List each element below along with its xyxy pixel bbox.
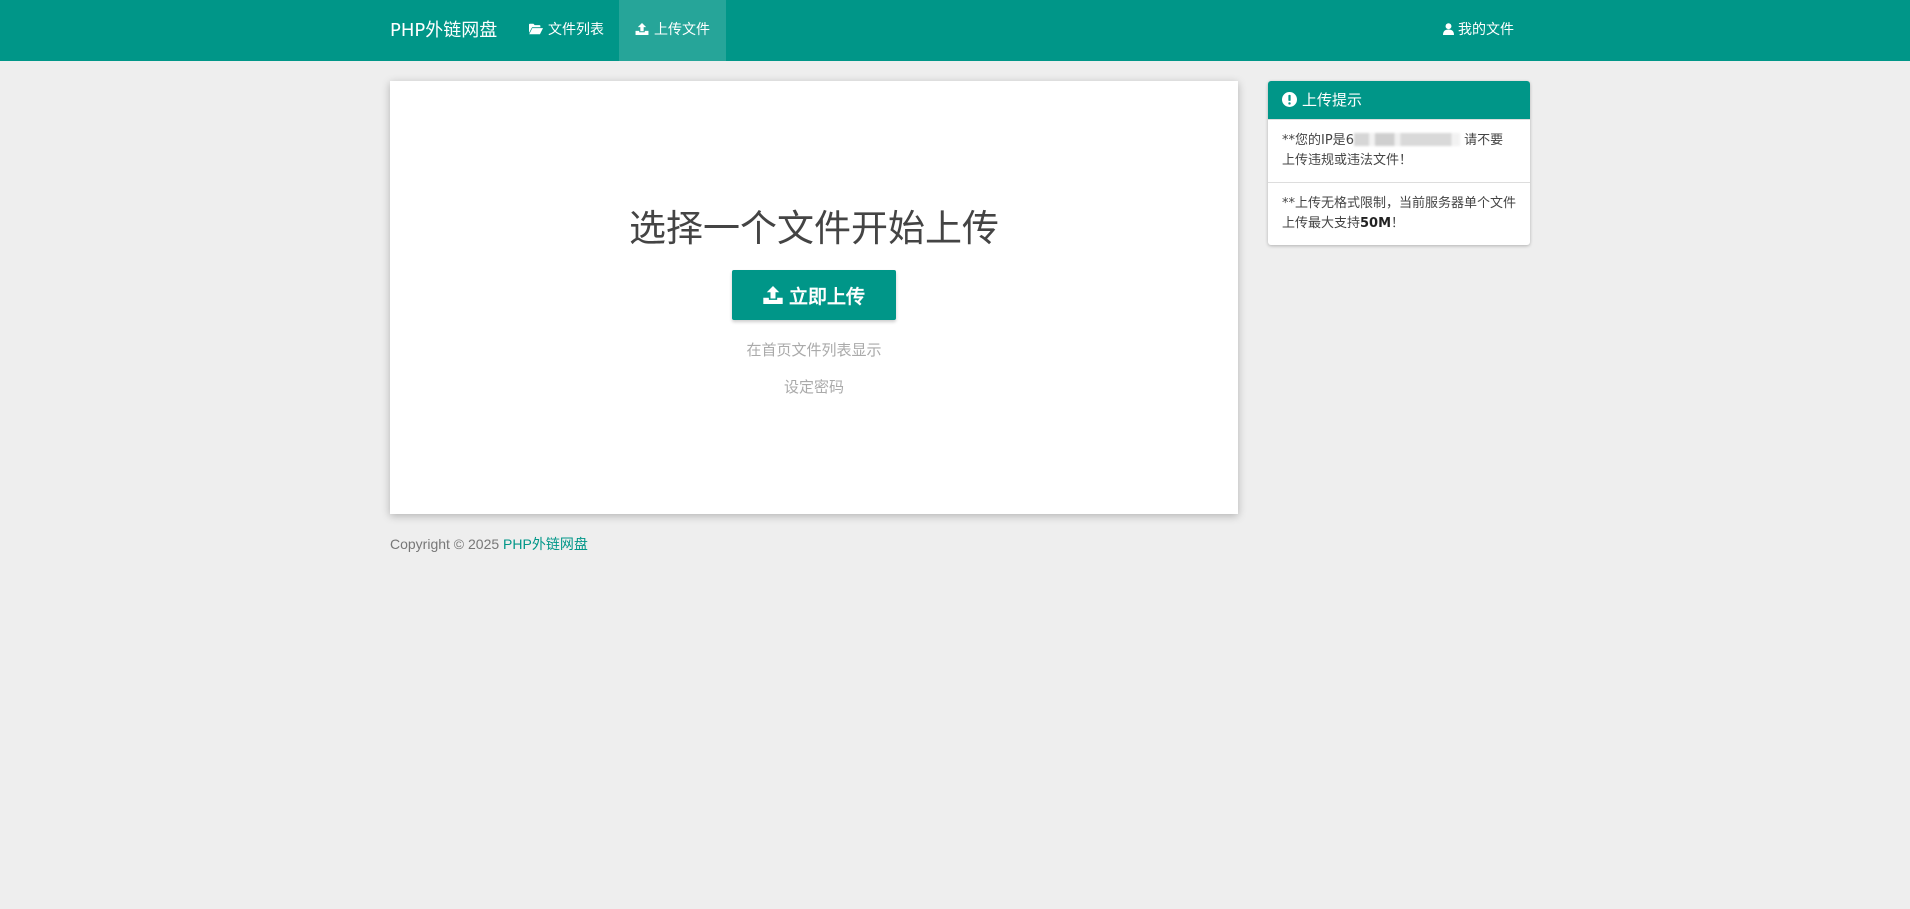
nav-file-list[interactable]: 文件列表: [513, 0, 620, 61]
exclamation-circle-icon: [1282, 92, 1297, 107]
size-notice-suffix: ！: [1391, 216, 1405, 231]
nav-upload-file-label: 上传文件: [654, 22, 710, 38]
navbar-container: PHP外链网盘 文件列表 上传文件 我的文件: [390, 0, 1530, 61]
nav-my-files[interactable]: 我的文件: [1427, 0, 1530, 61]
user-icon: [1443, 23, 1454, 35]
ip-address-mask: [1353, 133, 1460, 146]
folder-open-icon: [529, 23, 543, 35]
ip-notice-prefix: **您的IP是: [1282, 133, 1346, 148]
page-title: 选择一个文件开始上传: [629, 207, 999, 250]
panel-title: 上传提示: [1302, 91, 1363, 109]
show-on-homepage-option[interactable]: 在首页文件列表显示: [390, 340, 1238, 360]
upload-icon: [635, 23, 649, 35]
ip-notice: **您的IP是6 请不要上传违规或违法文件！: [1268, 119, 1530, 182]
upload-now-button[interactable]: 立即上传: [732, 270, 896, 320]
upload-card: 选择一个文件开始上传 立即上传 在首页文件列表显示 设定密码: [390, 81, 1238, 514]
copyright-text: Copyright © 2025: [390, 536, 500, 552]
upload-icon: [763, 286, 783, 304]
brand-link[interactable]: PHP外链网盘: [390, 0, 497, 61]
top-navbar: PHP外链网盘 文件列表 上传文件 我的文件: [0, 0, 1910, 61]
upload-tips-panel: 上传提示 **您的IP是6 请不要上传违规或违法文件！ **上传无格式限制，当前…: [1268, 81, 1530, 245]
nav-file-list-label: 文件列表: [548, 22, 604, 38]
footer: Copyright © 2025 PHP外链网盘: [390, 534, 588, 554]
ip-first-char: 6: [1345, 133, 1354, 148]
size-limit-notice: **上传无格式限制，当前服务器单个文件上传最大支持50M！: [1268, 182, 1530, 245]
max-size-value: 50M: [1360, 216, 1392, 231]
set-password-option[interactable]: 设定密码: [390, 377, 1238, 397]
panel-header: 上传提示: [1268, 81, 1530, 119]
nav-upload-file[interactable]: 上传文件: [619, 0, 726, 61]
upload-now-label: 立即上传: [788, 285, 865, 308]
nav-my-files-label: 我的文件: [1458, 22, 1514, 38]
footer-site-link[interactable]: PHP外链网盘: [503, 536, 588, 552]
